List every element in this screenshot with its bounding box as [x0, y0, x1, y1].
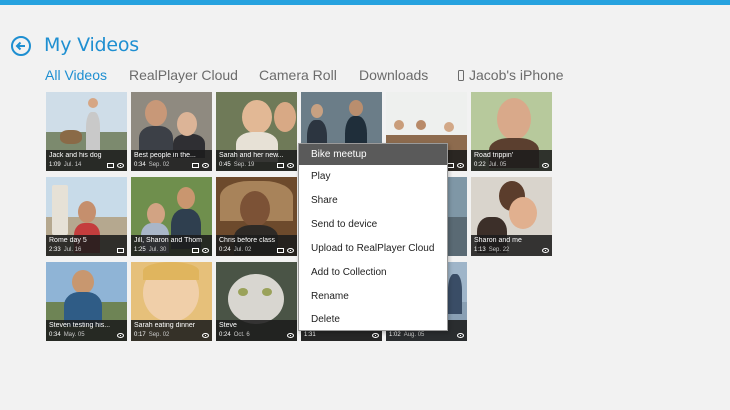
- page-title: My Videos: [44, 34, 140, 56]
- device-icon: [277, 163, 284, 168]
- video-date: Sep. 19: [233, 162, 255, 168]
- video-tile[interactable]: Sharon and me 1:13 Sep. 22: [471, 177, 552, 256]
- video-date: Jul. 16: [63, 247, 82, 253]
- video-duration: 0:17: [134, 332, 146, 338]
- menu-item-add-to-collection[interactable]: Add to Collection: [311, 267, 387, 278]
- device-icon: [192, 248, 199, 253]
- video-date: Jul. 30: [148, 247, 167, 253]
- tab-jacobs-iphone[interactable]: Jacob's iPhone: [458, 67, 564, 83]
- video-date: Aug. 05: [403, 332, 425, 338]
- video-duration: 1:25: [134, 247, 146, 253]
- eye-icon: [457, 163, 464, 168]
- video-duration: 2:33: [49, 247, 61, 253]
- tab-realplayer-cloud[interactable]: RealPlayer Cloud: [129, 67, 238, 83]
- eye-icon: [542, 248, 549, 253]
- video-title: Road trippin': [474, 152, 514, 159]
- video-tile[interactable]: Jill, Sharon and Thom 1:25 Jul. 30: [131, 177, 212, 256]
- video-caption: Steve 0:24 Oct. 6: [216, 320, 297, 341]
- menu-item-rename[interactable]: Rename: [311, 291, 349, 302]
- video-duration: 1:13: [474, 247, 486, 253]
- video-title: Steve: [219, 322, 237, 329]
- video-date: Jul. 05: [488, 162, 507, 168]
- video-caption: Jack and his dog 1:09 Jul. 14: [46, 150, 127, 171]
- video-title: Sarah and her new...: [219, 152, 284, 159]
- tab-downloads[interactable]: Downloads: [359, 67, 428, 83]
- device-icon: [192, 163, 199, 168]
- video-tile[interactable]: Sarah eating dinner 0:17 Sep. 02: [131, 262, 212, 341]
- video-caption: Sarah and her new... 0:45 Sep. 19: [216, 150, 297, 171]
- eye-icon: [372, 333, 379, 338]
- video-caption: Sharon and me 1:13 Sep. 22: [471, 235, 552, 256]
- menu-item-send-to-device[interactable]: Send to device: [311, 219, 377, 230]
- video-caption: Chris before class 0:24 Jul. 02: [216, 235, 297, 256]
- video-title: Jack and his dog: [49, 152, 102, 159]
- video-duration: 0:24: [219, 332, 231, 338]
- menu-item-delete[interactable]: Delete: [311, 314, 340, 325]
- video-date: Jul. 02: [233, 247, 252, 253]
- video-title: Rome day 5: [49, 237, 87, 244]
- context-menu: Bike meetup Play Share Send to device Up…: [298, 143, 448, 331]
- eye-icon: [287, 248, 294, 253]
- video-tile[interactable]: Chris before class 0:24 Jul. 02: [216, 177, 297, 256]
- device-icon: [447, 163, 454, 168]
- video-duration: 0:45: [219, 162, 231, 168]
- eye-icon: [287, 163, 294, 168]
- context-menu-header: Bike meetup: [299, 144, 447, 165]
- video-title: Jill, Sharon and Thom: [134, 237, 202, 244]
- tab-camera-roll[interactable]: Camera Roll: [259, 67, 337, 83]
- top-accent-bar: [0, 0, 730, 5]
- device-icon: [107, 163, 114, 168]
- menu-item-play[interactable]: Play: [311, 171, 330, 182]
- menu-item-share[interactable]: Share: [311, 195, 338, 206]
- device-icon: [117, 248, 124, 253]
- video-duration: 0:34: [134, 162, 146, 168]
- video-title: Steven testing his...: [49, 322, 111, 329]
- eye-icon: [542, 163, 549, 168]
- eye-icon: [287, 333, 294, 338]
- video-duration: 1:31: [304, 332, 316, 338]
- video-caption: Road trippin' 0:22 Jul. 05: [471, 150, 552, 171]
- eye-icon: [117, 163, 124, 168]
- video-duration: 0:22: [474, 162, 486, 168]
- eye-icon: [202, 248, 209, 253]
- video-tile[interactable]: Road trippin' 0:22 Jul. 05: [471, 92, 552, 171]
- video-date: May. 05: [63, 332, 85, 338]
- video-tile[interactable]: Sarah and her new... 0:45 Sep. 19: [216, 92, 297, 171]
- phone-icon: [458, 70, 464, 81]
- back-button[interactable]: [11, 36, 31, 56]
- video-title: Sharon and me: [474, 237, 522, 244]
- video-caption: Rome day 5 2:33 Jul. 16: [46, 235, 127, 256]
- video-date: Sep. 02: [148, 332, 170, 338]
- video-date: Oct. 6: [233, 332, 250, 338]
- video-caption: Jill, Sharon and Thom 1:25 Jul. 30: [131, 235, 212, 256]
- video-title: Chris before class: [219, 237, 276, 244]
- tab-all-videos[interactable]: All Videos: [45, 67, 107, 83]
- video-tile[interactable]: Best people in the... 0:34 Sep. 02: [131, 92, 212, 171]
- eye-icon: [202, 163, 209, 168]
- video-caption: Steven testing his... 0:34 May. 05: [46, 320, 127, 341]
- video-date: Jul. 14: [63, 162, 82, 168]
- video-caption: Best people in the... 0:34 Sep. 02: [131, 150, 212, 171]
- video-title: Best people in the...: [134, 152, 196, 159]
- eye-icon: [457, 333, 464, 338]
- video-tile[interactable]: Jack and his dog 1:09 Jul. 14: [46, 92, 127, 171]
- video-duration: 0:34: [49, 332, 61, 338]
- video-date: Sep. 02: [148, 162, 170, 168]
- eye-icon: [117, 333, 124, 338]
- video-duration: 1:02: [389, 332, 401, 338]
- video-tile[interactable]: Rome day 5 2:33 Jul. 16: [46, 177, 127, 256]
- video-caption: Sarah eating dinner 0:17 Sep. 02: [131, 320, 212, 341]
- video-title: Sarah eating dinner: [134, 322, 196, 329]
- tab-label: Jacob's iPhone: [469, 67, 564, 83]
- video-duration: 0:24: [219, 247, 231, 253]
- video-duration: 1:09: [49, 162, 61, 168]
- video-tile[interactable]: Steve 0:24 Oct. 6: [216, 262, 297, 341]
- device-icon: [277, 248, 284, 253]
- back-arrow-icon: [15, 41, 25, 51]
- eye-icon: [202, 333, 209, 338]
- video-tile[interactable]: Steven testing his... 0:34 May. 05: [46, 262, 127, 341]
- menu-item-upload-to-cloud[interactable]: Upload to RealPlayer Cloud: [311, 243, 434, 254]
- video-date: Sep. 22: [488, 247, 510, 253]
